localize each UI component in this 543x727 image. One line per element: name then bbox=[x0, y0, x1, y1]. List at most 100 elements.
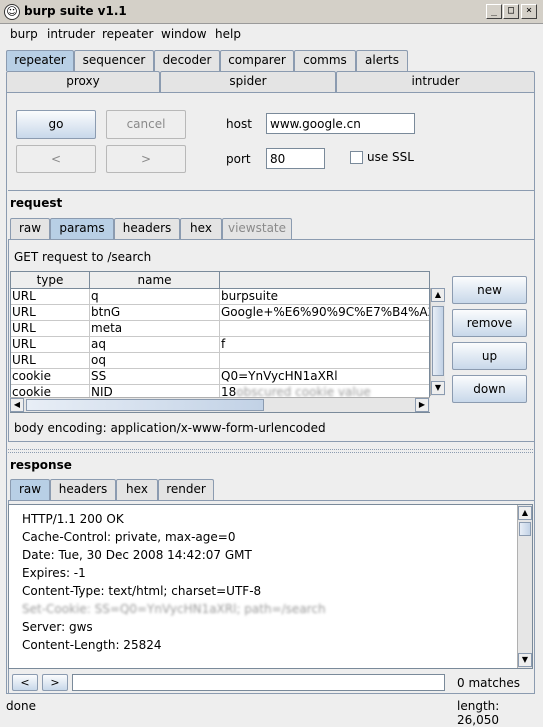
cell-name: oq bbox=[90, 353, 220, 369]
response-tab-raw[interactable]: raw bbox=[10, 479, 50, 500]
table-row[interactable]: URL aq f bbox=[11, 337, 429, 353]
response-line: Cache-Control: private, max-age=0 bbox=[22, 530, 236, 544]
request-tab-viewstate[interactable]: viewstate bbox=[222, 218, 292, 239]
scroll-thumb[interactable] bbox=[432, 306, 444, 376]
cell-type: URL bbox=[11, 337, 90, 353]
search-input[interactable] bbox=[72, 674, 445, 691]
tab-intruder[interactable]: intruder bbox=[336, 71, 535, 92]
tab-proxy[interactable]: proxy bbox=[6, 71, 160, 92]
scroll-thumb[interactable] bbox=[26, 399, 264, 411]
request-tab-raw[interactable]: raw bbox=[10, 218, 50, 239]
status-text: done bbox=[6, 699, 36, 713]
response-tab-render[interactable]: render bbox=[158, 479, 214, 500]
tab-comms[interactable]: comms bbox=[294, 50, 356, 71]
cell-name: btnG bbox=[90, 305, 220, 321]
params-table: type name URL q burpsuite URL btnG Googl… bbox=[10, 271, 430, 413]
column-value[interactable] bbox=[220, 272, 429, 289]
cell-value: Google+%E6%90%9C%E7%B4%A2 bbox=[221, 305, 430, 319]
menu-help[interactable]: help bbox=[215, 27, 241, 41]
close-button[interactable]: × bbox=[521, 4, 537, 19]
scroll-up-icon[interactable]: ▲ bbox=[431, 288, 445, 302]
table-row[interactable]: URL q burpsuite bbox=[11, 289, 429, 305]
menu-burp[interactable]: burp bbox=[10, 27, 38, 41]
cancel-button[interactable]: cancel bbox=[106, 110, 186, 139]
down-button[interactable]: down bbox=[452, 375, 527, 403]
host-input[interactable]: www.google.cn bbox=[266, 113, 415, 134]
response-tab-headers[interactable]: headers bbox=[50, 479, 116, 500]
request-tab-params[interactable]: params bbox=[50, 218, 114, 239]
match-count: 0 matches bbox=[457, 676, 521, 690]
new-button[interactable]: new bbox=[452, 276, 527, 304]
status-bar: done length: 26,050 bbox=[0, 698, 543, 727]
response-line: Date: Tue, 30 Dec 2008 14:42:07 GMT bbox=[22, 548, 252, 562]
scroll-thumb[interactable] bbox=[519, 522, 531, 536]
cell-type: URL bbox=[11, 289, 90, 305]
up-button[interactable]: up bbox=[452, 342, 527, 370]
table-header: type name bbox=[11, 272, 429, 289]
scroll-down-icon[interactable]: ▼ bbox=[431, 381, 445, 395]
scroll-up-icon[interactable]: ▲ bbox=[518, 506, 532, 520]
remove-button[interactable]: remove bbox=[452, 309, 527, 337]
scroll-down-icon[interactable]: ▼ bbox=[518, 653, 532, 667]
forward-button[interactable]: > bbox=[106, 145, 186, 173]
menu-intruder[interactable]: intruder bbox=[47, 27, 95, 41]
table-row[interactable]: URL meta bbox=[11, 321, 429, 337]
table-vertical-scrollbar[interactable]: ▲ ▼ bbox=[430, 288, 445, 396]
response-line: Content-Type: text/html; charset=UTF-8 bbox=[22, 584, 262, 598]
cell-type: cookie bbox=[11, 369, 90, 385]
minimize-button[interactable]: _ bbox=[486, 4, 502, 19]
tab-comparer[interactable]: comparer bbox=[220, 50, 294, 71]
cell-value: burpsuite bbox=[220, 289, 429, 305]
column-type[interactable]: type bbox=[11, 272, 90, 289]
tab-sequencer[interactable]: sequencer bbox=[74, 50, 154, 71]
menu-repeater[interactable]: repeater bbox=[102, 27, 153, 41]
response-vertical-scrollbar[interactable]: ▲ ▼ bbox=[517, 505, 532, 668]
response-line: HTTP/1.1 200 OK bbox=[22, 512, 124, 526]
use-ssl-checkbox[interactable] bbox=[350, 151, 363, 164]
split-pane-divider[interactable] bbox=[8, 449, 535, 453]
tab-repeater[interactable]: repeater bbox=[6, 50, 74, 71]
cell-value bbox=[220, 321, 429, 337]
maximize-button[interactable]: □ bbox=[503, 4, 519, 19]
port-input[interactable]: 80 bbox=[266, 148, 325, 169]
scroll-right-icon[interactable]: ▶ bbox=[415, 398, 429, 412]
scroll-left-icon[interactable]: ◀ bbox=[10, 398, 24, 412]
response-line: Server: gws bbox=[22, 620, 93, 634]
column-name[interactable]: name bbox=[90, 272, 220, 289]
cell-name: meta bbox=[90, 321, 220, 337]
request-tab-hex[interactable]: hex bbox=[180, 218, 222, 239]
response-tab-hex[interactable]: hex bbox=[116, 479, 158, 500]
response-line-obscured: Set-Cookie: SS=Q0=YnVycHN1aXRl; path=/se… bbox=[22, 602, 326, 616]
table-horizontal-scrollbar[interactable]: ◀ ▶ bbox=[10, 397, 430, 412]
host-label: host bbox=[226, 117, 252, 131]
search-prev-button[interactable]: < bbox=[12, 674, 38, 691]
tab-decoder[interactable]: decoder bbox=[154, 50, 220, 71]
table-row[interactable]: URL btnG Google+%E6%90%9C%E7%B4%A2 bbox=[11, 305, 430, 321]
divider bbox=[8, 190, 535, 191]
menu-bar: burp intruder repeater window help bbox=[0, 24, 543, 45]
burp-window: ☺ burp suite v1.1 _ □ × burp intruder re… bbox=[0, 0, 543, 727]
cell-value: f bbox=[220, 337, 429, 353]
title-bar: ☺ burp suite v1.1 _ □ × bbox=[0, 0, 543, 24]
request-tab-headers[interactable]: headers bbox=[114, 218, 180, 239]
response-title: response bbox=[10, 458, 72, 472]
menu-window[interactable]: window bbox=[161, 27, 207, 41]
cell-value bbox=[220, 353, 429, 369]
request-title: request bbox=[10, 196, 63, 210]
tab-alerts[interactable]: alerts bbox=[356, 50, 408, 71]
cell-value: Q0=YnVycHN1aXRl bbox=[220, 369, 429, 385]
search-next-button[interactable]: > bbox=[42, 674, 68, 691]
body-encoding: body encoding: application/x-www-form-ur… bbox=[14, 421, 326, 435]
table-row[interactable]: cookie SS Q0=YnVycHN1aXRl bbox=[11, 369, 429, 385]
back-button[interactable]: < bbox=[16, 145, 96, 173]
go-button[interactable]: go bbox=[16, 110, 96, 139]
cell-type: URL bbox=[11, 305, 90, 321]
cell-name: SS bbox=[90, 369, 220, 385]
cell-name: aq bbox=[90, 337, 220, 353]
response-line: Expires: -1 bbox=[22, 566, 86, 580]
response-text-area[interactable]: HTTP/1.1 200 OK Cache-Control: private, … bbox=[8, 504, 533, 669]
response-line: Content-Length: 25824 bbox=[22, 638, 162, 652]
tab-spider[interactable]: spider bbox=[160, 71, 336, 92]
table-row[interactable]: URL oq bbox=[11, 353, 429, 369]
port-label: port bbox=[226, 152, 251, 166]
